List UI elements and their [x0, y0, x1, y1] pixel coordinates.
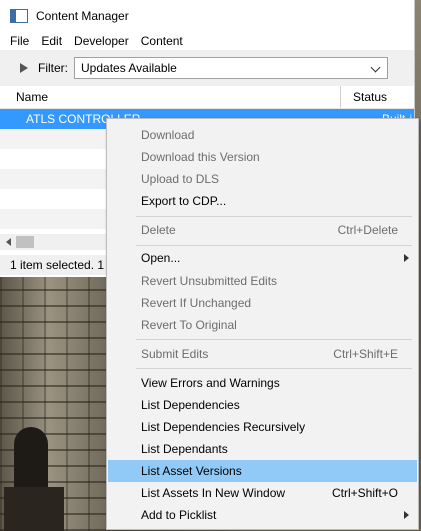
status-bar: 1 item selected. 1 — [0, 255, 106, 275]
menu-item-upload-to-dls[interactable]: Upload to DLS — [108, 168, 417, 190]
menu-item-revert-to-original[interactable]: Revert To Original — [108, 314, 417, 336]
menu-item-revert-unsubmitted-edits[interactable]: Revert Unsubmitted Edits — [108, 270, 417, 292]
menu-item-download[interactable]: Download — [108, 124, 417, 146]
play-icon[interactable] — [20, 63, 28, 73]
menu-separator — [136, 245, 412, 246]
app-window-icon — [10, 9, 28, 23]
wall-window-arch — [14, 427, 48, 487]
menu-item-export-to-cdp[interactable]: Export to CDP... — [108, 190, 417, 212]
menu-item-open[interactable]: Open... — [108, 247, 417, 269]
submenu-arrow-icon — [404, 254, 409, 262]
scrollbar-thumb[interactable] — [16, 236, 34, 248]
menu-separator — [136, 339, 412, 340]
chevron-down-icon — [370, 62, 381, 73]
menu-file[interactable]: File — [4, 34, 35, 48]
menu-bar: File Edit Developer Content — [0, 32, 414, 50]
background-castle-wall — [0, 277, 110, 531]
status-text: 1 item selected. 1 — [10, 258, 105, 272]
shortcut-delete: Ctrl+Delete — [337, 223, 398, 237]
filter-dropdown[interactable]: Updates Available — [74, 57, 388, 79]
submenu-arrow-icon — [404, 511, 409, 519]
wall-doorway — [4, 487, 64, 531]
menu-item-submit-edits[interactable]: Submit Edits Ctrl+Shift+E — [108, 343, 417, 365]
scroll-left-icon[interactable] — [6, 238, 11, 246]
menu-content[interactable]: Content — [135, 34, 189, 48]
menu-item-delete[interactable]: Delete Ctrl+Delete — [108, 219, 417, 241]
menu-item-revert-if-unchanged[interactable]: Revert If Unchanged — [108, 292, 417, 314]
title-bar[interactable]: Content Manager — [0, 0, 414, 32]
menu-item-list-dependencies[interactable]: List Dependencies — [108, 394, 417, 416]
filter-label: Filter: — [38, 61, 68, 75]
menu-separator — [136, 368, 412, 369]
menu-item-download-this-version[interactable]: Download this Version — [108, 146, 417, 168]
horizontal-scrollbar[interactable] — [0, 234, 106, 250]
menu-item-view-errors-and-warnings[interactable]: View Errors and Warnings — [108, 372, 417, 394]
menu-item-list-assets-in-new-window[interactable]: List Assets In New Window Ctrl+Shift+O — [108, 482, 417, 504]
menu-item-add-to-picklist[interactable]: Add to Picklist — [108, 504, 417, 526]
menu-item-list-dependencies-recursively[interactable]: List Dependencies Recursively — [108, 416, 417, 438]
filter-bar: Filter: Updates Available — [0, 50, 414, 86]
column-header-status[interactable]: Status — [341, 90, 387, 104]
shortcut-list-assets-new-window: Ctrl+Shift+O — [331, 486, 398, 500]
menu-item-list-asset-versions[interactable]: List Asset Versions — [108, 460, 417, 482]
menu-separator — [136, 216, 412, 217]
table-header: Name Status — [0, 86, 414, 109]
shortcut-submit-edits: Ctrl+Shift+E — [333, 347, 398, 361]
menu-edit[interactable]: Edit — [35, 34, 68, 48]
column-header-name[interactable]: Name — [0, 86, 341, 108]
menu-item-list-dependants[interactable]: List Dependants — [108, 438, 417, 460]
menu-developer[interactable]: Developer — [68, 34, 135, 48]
window-title: Content Manager — [36, 9, 129, 23]
filter-selected-value: Updates Available — [81, 61, 177, 75]
context-menu: Download Download this Version Upload to… — [106, 118, 419, 530]
